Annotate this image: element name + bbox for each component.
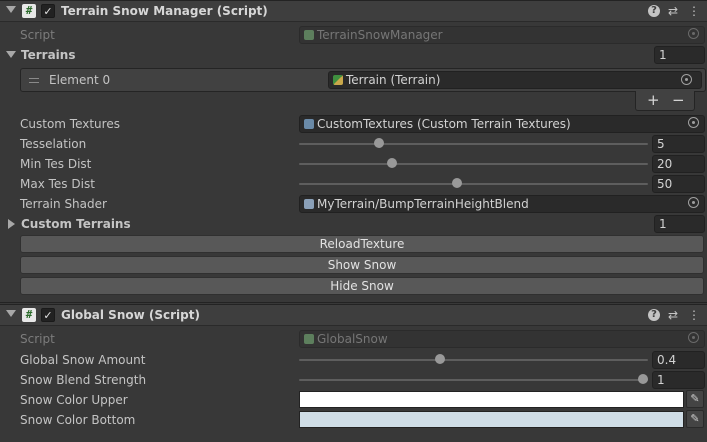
script-label: Script [20,28,55,42]
script-row: Script GlobalSnow [0,329,707,349]
global-snow-amount-label: Global Snow Amount [20,353,146,367]
custom-textures-value: CustomTextures (Custom Terrain Textures) [317,117,571,131]
snow-blend-strength-slider-track[interactable] [299,379,648,381]
global-snow-amount-row: Global Snow Amount 0.4 [0,350,707,370]
terrain-shader-row: Terrain Shader MyTerrain/BumpTerrainHeig… [0,194,707,214]
eyedropper-icon[interactable]: ✎ [686,410,704,428]
terrains-foldout-arrow-icon[interactable] [6,51,16,58]
hide-snow-button[interactable]: Hide Snow [20,277,704,295]
snow-color-bottom-row: Snow Color Bottom ✎ [0,410,707,430]
snow-blend-strength-slider-thumb[interactable] [638,374,648,384]
shader-icon [304,199,314,209]
script-asset-icon [304,30,314,40]
custom-terrains-label: Custom Terrains [21,217,131,231]
script-icon: # [22,308,36,322]
script-value: GlobalSnow [317,332,388,346]
tesselation-slider-track[interactable] [299,143,648,145]
element-0-label: Element 0 [49,73,111,87]
custom-terrains-row[interactable]: Custom Terrains 1 [0,214,707,234]
presets-icon[interactable]: ⇄ [666,308,680,322]
reload-texture-button[interactable]: ReloadTexture [20,235,704,253]
min-tes-dist-row: Min Tes Dist 20 [0,154,707,174]
terrain-snow-manager-header[interactable]: # ✓ Terrain Snow Manager (Script) ? ⇄ ⋮ [0,0,707,22]
component-enabled-checkbox[interactable]: ✓ [41,308,55,322]
snow-color-bottom-label: Snow Color Bottom [20,413,136,427]
script-asset-icon [304,334,314,344]
max-tes-dist-label: Max Tes Dist [20,177,95,191]
global-snow-amount-input[interactable]: 0.4 [652,351,705,369]
terrain-shader-value: MyTerrain/BumpTerrainHeightBlend [317,197,529,211]
help-icon[interactable]: ? [648,309,660,321]
custom-textures-row: Custom Textures CustomTextures (Custom T… [0,114,707,134]
script-field: TerrainSnowManager [299,26,705,44]
component-enabled-checkbox[interactable]: ✓ [41,4,55,18]
object-picker-icon [688,28,699,39]
min-tes-dist-input[interactable]: 20 [652,155,705,173]
context-menu-icon[interactable]: ⋮ [687,308,701,322]
custom-terrains-count-field[interactable]: 1 [654,215,705,233]
custom-textures-label: Custom Textures [20,117,120,131]
object-picker-icon[interactable] [681,74,692,85]
component-separator [0,302,707,303]
add-element-button[interactable]: + [647,91,660,109]
component-title: Global Snow (Script) [61,308,200,322]
help-icon[interactable]: ? [648,5,660,17]
terrain-shader-field[interactable]: MyTerrain/BumpTerrainHeightBlend [299,195,705,213]
min-tes-dist-slider-thumb[interactable] [387,158,398,168]
snow-color-bottom-swatch[interactable] [299,411,684,428]
max-tes-dist-input[interactable]: 50 [652,175,705,193]
script-icon: # [22,4,36,18]
object-picker-icon [688,332,699,343]
element-0-value: Terrain (Terrain) [346,73,441,87]
script-row: Script TerrainSnowManager [0,25,707,45]
component-foldout-arrow-icon[interactable] [6,310,16,317]
snow-color-upper-row: Snow Color Upper ✎ [0,390,707,410]
scriptable-object-icon [304,119,314,129]
terrains-count-field[interactable]: 1 [654,46,705,64]
remove-element-button[interactable]: − [672,91,685,109]
snow-color-upper-label: Snow Color Upper [20,393,128,407]
global-snow-header[interactable]: # ✓ Global Snow (Script) ? ⇄ ⋮ [0,304,707,326]
max-tes-dist-slider-track[interactable] [299,183,648,185]
min-tes-dist-label: Min Tes Dist [20,157,92,171]
tesselation-slider-thumb[interactable] [373,138,384,148]
tesselation-row: Tesselation 5 [0,134,707,154]
snow-blend-strength-input[interactable]: 1 [652,371,705,389]
element-0-field[interactable]: Terrain (Terrain) [328,71,702,89]
custom-terrains-foldout-arrow-icon[interactable] [8,219,15,229]
terrain-icon [333,75,343,85]
terrains-row[interactable]: Terrains 1 [0,45,707,65]
object-picker-icon[interactable] [688,197,699,208]
tesselation-input[interactable]: 5 [652,135,705,153]
terrains-list: Element 0 Terrain (Terrain) [20,68,706,92]
terrains-label: Terrains [21,48,76,62]
eyedropper-icon[interactable]: ✎ [686,390,704,408]
max-tes-dist-row: Max Tes Dist 50 [0,174,707,194]
terrain-shader-label: Terrain Shader [20,197,107,211]
show-snow-button[interactable]: Show Snow [20,256,704,274]
script-field: GlobalSnow [299,330,705,348]
component-foldout-arrow-icon[interactable] [6,6,16,13]
component-title: Terrain Snow Manager (Script) [61,4,268,18]
drag-handle-icon[interactable] [29,78,39,83]
min-tes-dist-slider-track[interactable] [299,163,648,165]
global-snow-amount-slider-thumb[interactable] [434,354,445,364]
custom-textures-field[interactable]: CustomTextures (Custom Terrain Textures) [299,115,705,133]
script-value: TerrainSnowManager [317,28,443,42]
object-picker-icon[interactable] [688,117,699,128]
list-footer: + − [635,91,695,111]
global-snow-amount-slider-track[interactable] [299,359,648,361]
presets-icon[interactable]: ⇄ [666,4,680,18]
snow-blend-strength-row: Snow Blend Strength 1 [0,370,707,390]
snow-blend-strength-label: Snow Blend Strength [20,373,147,387]
tesselation-label: Tesselation [20,137,87,151]
snow-color-upper-swatch[interactable] [299,391,684,408]
context-menu-icon[interactable]: ⋮ [687,4,701,18]
script-label: Script [20,332,55,346]
max-tes-dist-slider-thumb[interactable] [451,178,462,188]
